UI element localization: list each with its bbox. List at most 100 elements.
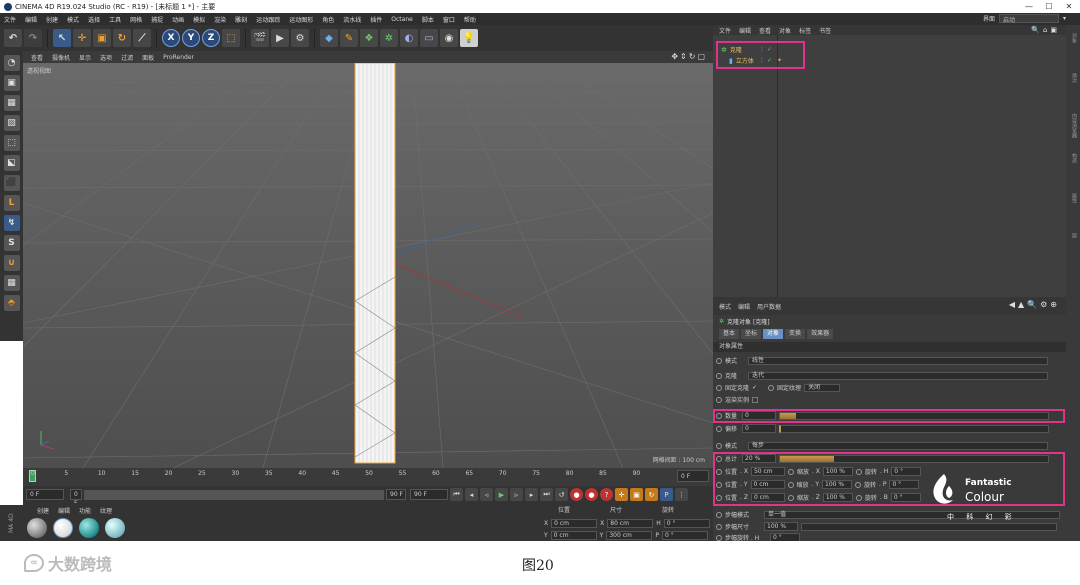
menu-item-4[interactable]: 选择 — [88, 15, 100, 24]
render-picture-viewer-icon[interactable]: ▶ — [271, 29, 289, 47]
menu-item-1[interactable]: 编辑 — [25, 15, 37, 24]
animate-dot-icon[interactable] — [716, 396, 722, 403]
fix-clone-checkbox[interactable]: ✓ — [752, 384, 757, 391]
light-icon[interactable]: 💡 — [460, 29, 478, 47]
material-menu-item-0[interactable]: 创建 — [37, 506, 49, 515]
mode-dropdown[interactable]: 线性 — [748, 356, 1048, 365]
timeline-frame-field[interactable]: 0 F — [677, 470, 709, 482]
start-frame-field[interactable]: 0 F — [70, 489, 82, 507]
maximize-button[interactable]: ☐ — [1042, 0, 1056, 13]
timeline-ruler[interactable]: 0 F 0 5 10 15 20 25 30 35 40 45 50 55 60 65 70 75 80 85 90 — [23, 468, 713, 486]
attribute-tab-4[interactable]: 效果器 — [807, 329, 834, 339]
play-icon[interactable]: ▶ — [495, 488, 508, 501]
attribute-menu-item-1[interactable]: 编辑 — [738, 302, 750, 311]
offset-slider[interactable] — [779, 424, 1049, 433]
keyframe-selection-icon[interactable]: ? — [600, 488, 613, 501]
viewport-menu-item-0[interactable]: 查看 — [31, 53, 43, 62]
scale-icon[interactable]: ▣ — [93, 29, 111, 47]
material-menu-item-2[interactable]: 功能 — [79, 506, 91, 515]
range-end-field[interactable]: 90 F — [386, 489, 406, 500]
move-icon[interactable]: ✛ — [73, 29, 91, 47]
attribute-tab-0[interactable]: 基本 — [719, 329, 740, 339]
viewport-menu-item-6[interactable]: ProRender — [163, 54, 194, 61]
render-instance-checkbox[interactable] — [752, 396, 759, 403]
viewport-menu-item-4[interactable]: 过滤 — [121, 53, 133, 62]
layout-select[interactable]: 启动 — [998, 14, 1059, 24]
points-mode-icon[interactable]: ⬚ — [3, 135, 20, 151]
right-tab-3[interactable]: 构造 — [1068, 153, 1078, 163]
menu-item-16[interactable]: 插件 — [370, 15, 382, 24]
render-settings-icon[interactable]: ⚙ — [291, 29, 309, 47]
size-x-field[interactable]: 80 cm — [607, 519, 654, 528]
offset-field[interactable]: 0 — [742, 424, 776, 433]
right-tab-2[interactable]: 内容浏览器 — [1068, 113, 1078, 138]
material-ball-teal[interactable] — [79, 518, 99, 538]
animate-dot-icon[interactable] — [716, 523, 722, 530]
menu-item-0[interactable]: 文件 — [4, 15, 16, 24]
material-menu-item-3[interactable]: 纹理 — [100, 506, 112, 515]
render-view-icon[interactable]: 🎬 — [251, 29, 269, 47]
object-menu-item-2[interactable]: 查看 — [759, 26, 771, 35]
x-axis-lock-icon[interactable]: X — [162, 29, 180, 47]
menu-item-10[interactable]: 渲染 — [214, 15, 226, 24]
object-manager-tool-icons[interactable]: 🔍⌂▣ — [1031, 26, 1060, 34]
next-frame-icon[interactable]: ▹ — [510, 488, 523, 501]
material-ball-glass[interactable] — [105, 518, 125, 538]
minimize-button[interactable]: — — [1022, 0, 1036, 13]
menu-item-5[interactable]: 工具 — [109, 15, 121, 24]
recent-tools-icon[interactable]: ⟋ — [133, 29, 151, 47]
menu-item-2[interactable]: 创建 — [46, 15, 58, 24]
magnet-icon[interactable]: ∪ — [3, 255, 20, 271]
rotation-h-field[interactable]: 0 ° — [663, 519, 710, 528]
size-y-field[interactable]: 300 cm — [606, 531, 653, 540]
menu-item-19[interactable]: 窗口 — [443, 15, 455, 24]
pen-icon[interactable]: ✎ — [340, 29, 358, 47]
cube-icon[interactable]: ◆ — [320, 29, 338, 47]
animate-dot-icon[interactable] — [716, 534, 722, 541]
menu-item-20[interactable]: 帮助 — [464, 15, 476, 24]
fix-texture-dropdown[interactable]: 关闭 — [804, 383, 841, 392]
right-tab-5[interactable]: 层 — [1068, 233, 1078, 238]
snap-icon[interactable]: S — [3, 235, 20, 251]
menu-item-14[interactable]: 角色 — [322, 15, 334, 24]
menu-item-13[interactable]: 运动图形 — [289, 15, 313, 24]
attribute-menu-item-0[interactable]: 模式 — [719, 302, 731, 311]
current-frame-field[interactable]: 0 F — [26, 489, 64, 500]
y-axis-lock-icon[interactable]: Y — [182, 29, 200, 47]
go-to-start-icon[interactable]: ⏮ — [450, 488, 463, 501]
autokey-icon[interactable]: ● — [585, 488, 598, 501]
previous-key-icon[interactable]: ◂ — [465, 488, 478, 501]
material-ball-white[interactable] — [53, 518, 73, 538]
attribute-nav-icons[interactable]: ◀▲🔍⚙⊕ — [1009, 300, 1060, 309]
redo-icon[interactable]: ↷ — [24, 29, 42, 47]
position-y-field[interactable]: 0 cm — [550, 531, 597, 540]
menu-item-15[interactable]: 流水线 — [343, 15, 361, 24]
step-mode-dropdown[interactable]: 每步 — [748, 441, 1048, 450]
planar-workplane-icon[interactable]: ⬘ — [3, 295, 20, 311]
rotation-p-field[interactable]: 0 ° — [661, 531, 708, 540]
scale-key-icon[interactable]: ▣ — [630, 488, 643, 501]
timeline-menu-icon[interactable]: ⋮ — [675, 488, 688, 501]
edges-mode-icon[interactable]: ⬕ — [3, 155, 20, 171]
tweak-mode-icon[interactable]: ↯ — [3, 215, 20, 231]
menu-item-6[interactable]: 网格 — [130, 15, 142, 24]
viewport-menu-item-2[interactable]: 显示 — [79, 53, 91, 62]
menu-item-17[interactable]: Octane — [391, 16, 413, 23]
animate-dot-icon[interactable] — [768, 384, 775, 391]
make-editable-icon[interactable]: ◔ — [3, 55, 20, 71]
undo-icon[interactable]: ↶ — [4, 29, 22, 47]
menu-item-8[interactable]: 动画 — [172, 15, 184, 24]
position-x-field[interactable]: 0 cm — [551, 519, 598, 528]
attribute-menu-item-2[interactable]: 用户数据 — [757, 302, 781, 311]
menu-item-3[interactable]: 模式 — [67, 15, 79, 24]
camera-icon[interactable]: ◉ — [440, 29, 458, 47]
z-axis-lock-icon[interactable]: Z — [202, 29, 220, 47]
attribute-tab-1[interactable]: 坐标 — [741, 329, 762, 339]
attribute-tab-2[interactable]: 对象 — [763, 329, 784, 339]
material-menu-item-1[interactable]: 编辑 — [58, 506, 70, 515]
object-menu-item-1[interactable]: 编辑 — [739, 26, 751, 35]
animate-dot-icon[interactable] — [716, 372, 722, 379]
live-select-icon[interactable]: ↖ — [53, 29, 71, 47]
polygons-mode-icon[interactable]: ⬛ — [3, 175, 20, 191]
animate-dot-icon[interactable] — [716, 425, 722, 432]
